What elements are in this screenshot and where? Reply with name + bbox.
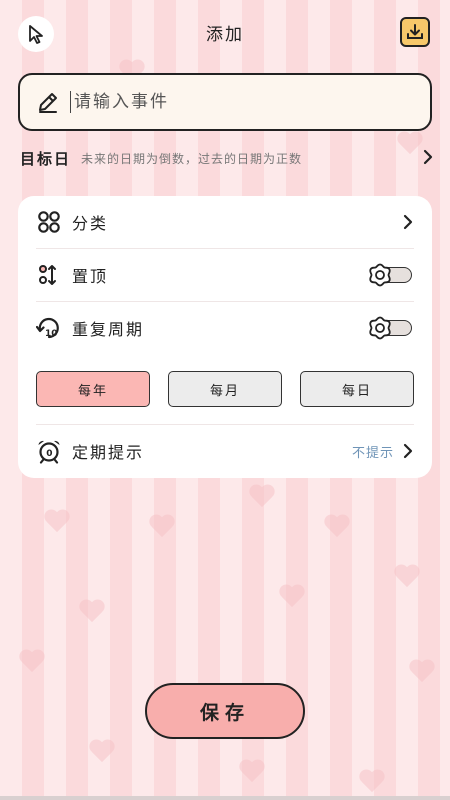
repeat-label: 重复周期 bbox=[72, 320, 145, 339]
reminder-label: 定期提示 bbox=[72, 443, 145, 462]
heart-decoration bbox=[410, 660, 436, 684]
chevron-right-icon bbox=[423, 149, 433, 165]
repeat-row: 10 重复周期 bbox=[18, 302, 432, 354]
heart-decoration bbox=[325, 515, 351, 539]
cycle-yearly-button[interactable]: 每年 bbox=[36, 371, 150, 407]
chevron-right-icon bbox=[403, 214, 413, 230]
heart-decoration bbox=[360, 770, 386, 794]
heart-decoration bbox=[250, 485, 276, 509]
pin-toggle[interactable] bbox=[368, 263, 414, 287]
heart-decoration bbox=[80, 600, 106, 624]
page-title: 添加 bbox=[206, 25, 244, 45]
category-label: 分类 bbox=[72, 214, 109, 233]
heart-decoration bbox=[280, 585, 306, 609]
bottom-strip bbox=[0, 796, 450, 800]
chevron-right-icon bbox=[403, 443, 413, 459]
reminder-row[interactable]: 0 定期提示 不提示 bbox=[18, 425, 432, 477]
cycle-daily-button[interactable]: 每日 bbox=[300, 371, 414, 407]
download-icon bbox=[407, 24, 423, 39]
download-button[interactable] bbox=[400, 17, 430, 47]
target-date-label: 目标日 bbox=[20, 149, 72, 168]
heart-decoration bbox=[90, 740, 116, 764]
sort-icon bbox=[36, 262, 62, 288]
svg-text:10: 10 bbox=[45, 329, 58, 339]
repeat-cycle-icon: 10 bbox=[36, 315, 62, 341]
pin-label: 置顶 bbox=[72, 267, 109, 286]
target-date-row[interactable]: 目标日 未来的日期为倒数，过去的日期为正数 bbox=[20, 146, 434, 170]
save-button[interactable]: 保存 bbox=[145, 683, 305, 739]
flower-knob-icon bbox=[369, 316, 391, 340]
alarm-clock-icon: 0 bbox=[36, 438, 62, 464]
heart-decoration bbox=[150, 515, 176, 539]
flower-knob-icon bbox=[369, 263, 391, 287]
repeat-toggle[interactable] bbox=[368, 316, 414, 340]
category-icon bbox=[36, 209, 62, 235]
category-row[interactable]: 分类 bbox=[18, 196, 432, 248]
event-name-input[interactable] bbox=[70, 91, 396, 113]
heart-decoration bbox=[20, 650, 46, 674]
top-bar: 添加 bbox=[0, 0, 450, 66]
heart-decoration bbox=[395, 565, 421, 589]
heart-decoration bbox=[45, 510, 71, 534]
target-date-hint: 未来的日期为倒数，过去的日期为正数 bbox=[81, 151, 303, 166]
heart-decoration bbox=[240, 760, 266, 784]
event-input-box[interactable] bbox=[18, 73, 432, 131]
settings-card: 分类 置顶 10 重复周期 每年 每月 每日 0 定期提示 不提示 bbox=[18, 196, 432, 478]
reminder-value: 不提示 bbox=[351, 445, 394, 461]
pencil-icon bbox=[39, 93, 57, 113]
pin-row: 置顶 bbox=[18, 249, 432, 301]
cycle-monthly-button[interactable]: 每月 bbox=[168, 371, 282, 407]
svg-text:0: 0 bbox=[46, 449, 52, 459]
